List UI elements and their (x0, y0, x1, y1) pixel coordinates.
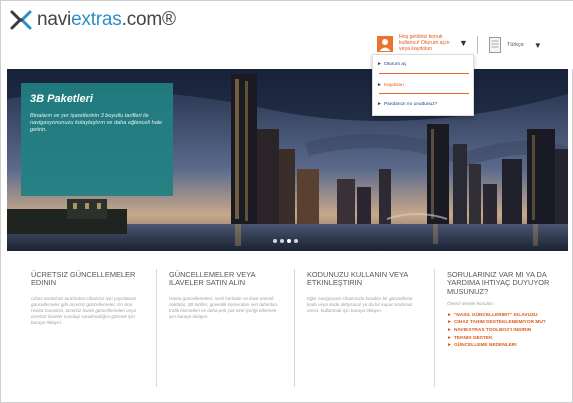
dropdown-item-label: Oturum aç (383, 61, 407, 67)
language-document-icon (489, 37, 501, 53)
naviextras-logo[interactable]: naviextras.com® (9, 7, 176, 33)
dropdown-divider (379, 73, 469, 74)
column-title: Kodunuzu kullanın veya etkinleştirin (307, 270, 408, 288)
user-chevron-down-icon[interactable]: ▼ (459, 38, 468, 48)
column-title: Ücretsiz güncellemeler edinin (31, 270, 136, 288)
logo-wordmark: naviextras.com® (37, 9, 176, 30)
logo-x-icon (10, 10, 32, 30)
slider-pagination (273, 239, 298, 243)
column-divider (434, 269, 435, 387)
dropdown-divider (379, 93, 469, 94)
support-link[interactable]: ► Teknik destek (447, 334, 559, 342)
column-title: Güncellemeler veya ilaveler satın alın (169, 270, 256, 288)
triangle-right-icon: ► (447, 319, 452, 326)
user-dropdown-menu: ► Oturum aç ► Kaydolun ► Parolanızı mı u… (372, 54, 474, 116)
user-greeting: Hoş geldiniz konuk kullanıcı! Oturum açı… (399, 34, 450, 52)
triangle-right-icon: ► (447, 334, 452, 341)
dropdown-item-register[interactable]: ► Kaydolun (377, 82, 404, 88)
page-frame: naviextras.com® Hoş geldiniz konuk kulla… (0, 0, 573, 403)
column-title: Sorularınız var mı ya da yardıma ihtiyaç… (447, 270, 550, 296)
column-redeem-code[interactable]: Kodunuzu kullanın veya etkinleştirin Eğe… (307, 270, 419, 314)
language-chevron-down-icon[interactable]: ▼ (534, 41, 542, 50)
column-text: Cihaz üreticinizi tarafından cihazınız i… (31, 295, 137, 325)
triangle-right-icon: ► (447, 311, 452, 318)
user-menu[interactable]: Hoş geldiniz konuk kullanıcı! Oturum açı… (377, 34, 468, 52)
promo-card[interactable]: 3B Paketleri Binaların ve yer işaretleri… (21, 83, 173, 196)
column-text: Öneml destek konuları: (447, 300, 495, 306)
language-selector[interactable]: Türkçe ▼ (489, 37, 542, 53)
dropdown-item-label: Parolanızı mı unuttunuz? (383, 101, 438, 107)
column-free-updates[interactable]: Ücretsiz güncellemeler edinin Cihaz üret… (31, 270, 143, 326)
triangle-right-icon: ► (447, 327, 452, 334)
slider-dot[interactable] (273, 239, 277, 243)
slider-dot[interactable] (280, 239, 284, 243)
triangle-right-icon: ► (377, 101, 382, 107)
support-links: ► "Nasıl güncellerim?" kılavuzu ► Cihaz ta… (447, 311, 559, 349)
triangle-right-icon: ► (377, 61, 382, 67)
support-link[interactable]: ► Naviextras Toolbox'ı indirin (447, 327, 559, 334)
header-divider (477, 36, 478, 54)
user-icon (377, 36, 393, 52)
support-link[interactable]: ► "Nasıl güncellerim?" kılavuzu (447, 311, 559, 319)
column-text: Eğer navigasyon cihazınızla beraber bir … (307, 295, 413, 313)
triangle-right-icon: ► (377, 82, 382, 88)
column-text: Harita güncellemeleri, sesli haritalar v… (169, 295, 279, 319)
slider-dot[interactable] (287, 239, 291, 243)
dropdown-item-login[interactable]: ► Oturum aç (377, 61, 406, 67)
column-buy-updates[interactable]: Güncellemeler veya ilaveler satın alın H… (169, 270, 281, 320)
support-link[interactable]: ► Cihaz tanım desteklenemiyor mu? (447, 320, 559, 326)
column-divider (156, 269, 157, 387)
slider-dot[interactable] (294, 239, 298, 243)
dropdown-item-label: Kaydolun (383, 82, 404, 88)
triangle-right-icon: ► (447, 342, 452, 349)
column-divider (294, 269, 295, 387)
dropdown-item-forgot-password[interactable]: ► Parolanızı mı unuttunuz? (377, 101, 437, 107)
column-support: Sorularınız var mı ya da yardıma ihtiyaç… (447, 270, 559, 351)
site-header: naviextras.com® Hoş geldiniz konuk kulla… (1, 1, 573, 69)
promo-title: 3B Paketleri (30, 93, 93, 105)
promo-text: Binaların ve yer işaretlerinin 3 boyutlu… (30, 113, 163, 134)
language-label: Türkçe (507, 42, 524, 48)
support-link[interactable]: ► Güncelleme nedenleri (447, 343, 559, 349)
